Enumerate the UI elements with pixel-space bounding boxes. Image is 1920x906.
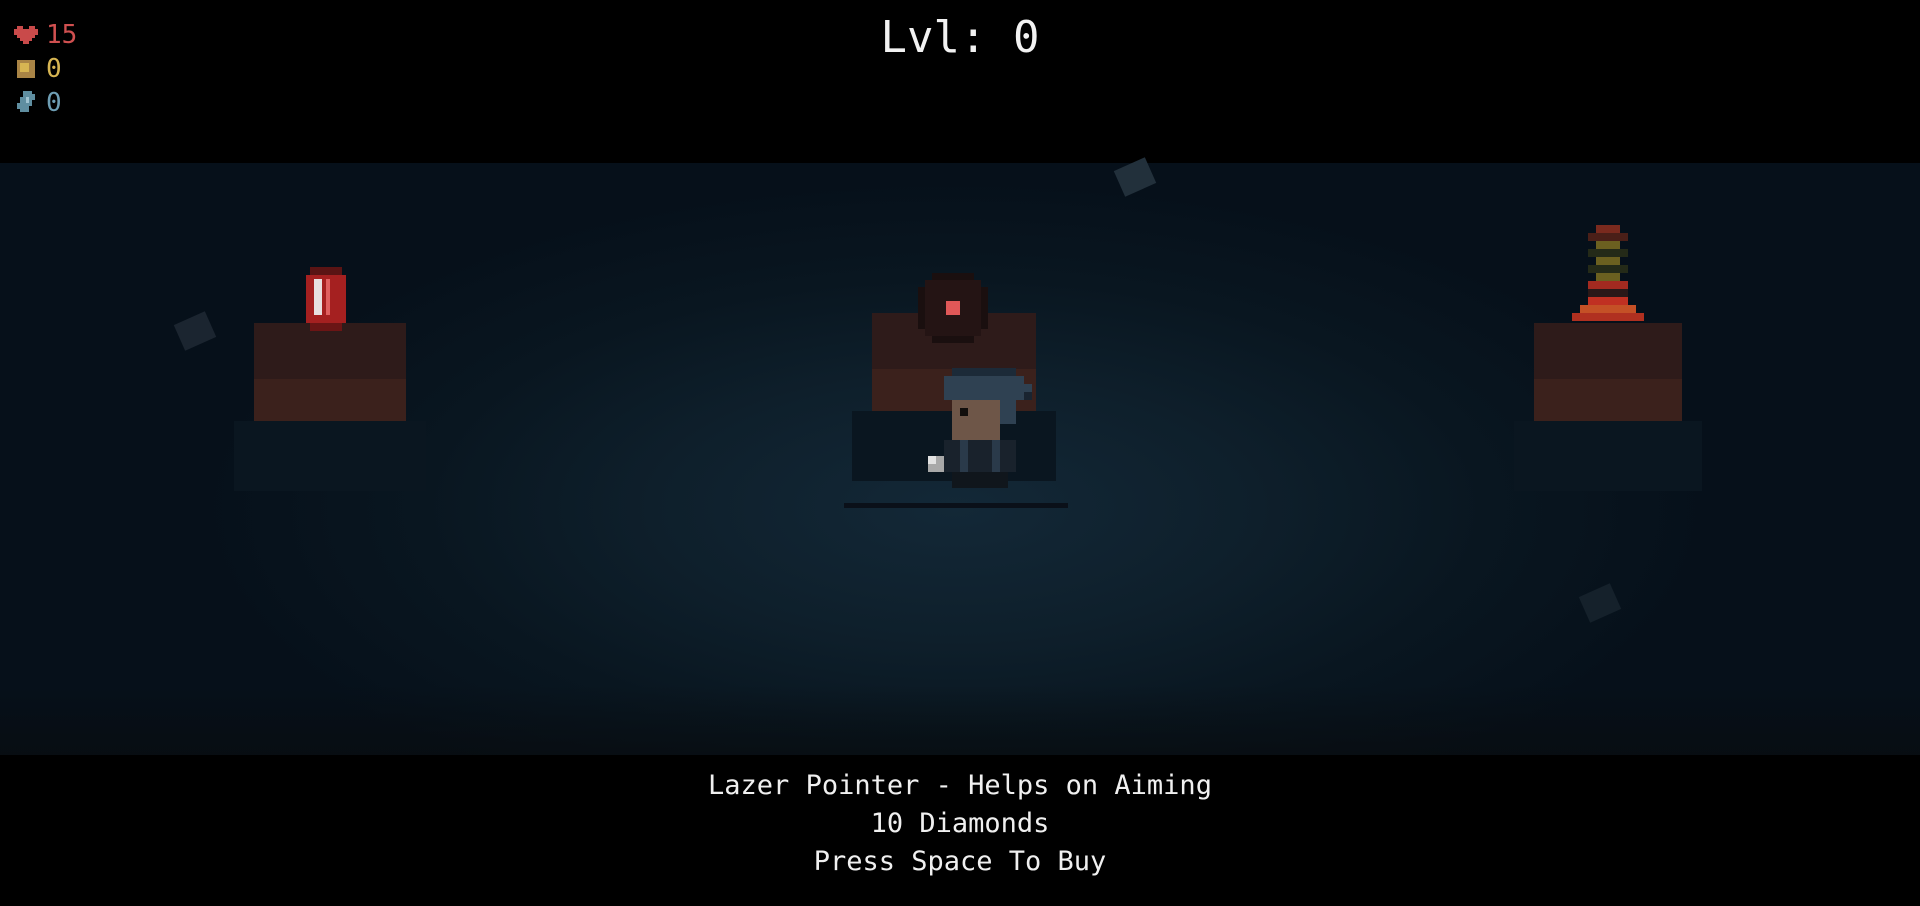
item-description: Lazer Pointer - Helps on Aiming [708,770,1212,801]
pedestal-base [1514,421,1702,491]
pedestal-base [234,421,426,491]
pedestal-front [254,379,406,421]
pedestal-top [254,323,406,379]
debris-block [173,311,217,351]
diamonds-value: 0 [46,88,62,118]
item-price: 10 Diamonds [870,808,1050,839]
striped-lamp-item[interactable] [1572,225,1644,337]
level-indicator: Lvl: 0 [880,12,1040,63]
shop-room [0,157,1920,755]
diamonds-stat: 0 [14,88,62,118]
pedestal-front [1534,379,1682,421]
buy-prompt: Press Space To Buy [813,846,1107,877]
debris-block [1113,157,1157,197]
diamond-icon [14,91,38,115]
center-pedestal-ledge [844,503,1068,508]
lazer-pointer-item[interactable] [918,273,988,343]
red-potion-item[interactable] [298,267,354,331]
debris-block [1578,583,1622,623]
floor-shadow [0,685,1920,755]
